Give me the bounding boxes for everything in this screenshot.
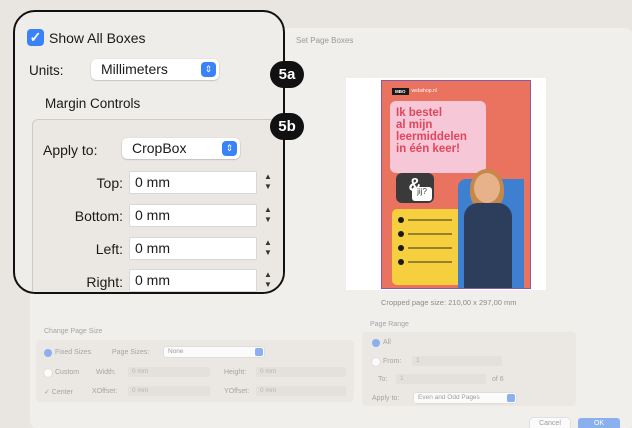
page-sizes-select[interactable]: None — [164, 347, 264, 357]
poster-brand-site: webshop.nl — [411, 88, 437, 94]
all-radio[interactable] — [372, 339, 380, 347]
poster-bullet — [398, 259, 404, 265]
to-label: To: — [378, 376, 388, 383]
chevron-updown-icon: ⇕ — [222, 141, 237, 156]
poster-bullet — [398, 245, 404, 251]
apply-to-pages-label: Apply to: — [372, 395, 400, 402]
custom-label: Custom — [55, 369, 80, 376]
fixed-sizes-label: Fixed Sizes — [55, 349, 92, 356]
bottom-stepper[interactable]: ▲ ▼ — [262, 205, 274, 227]
change-page-size-title: Change Page Size — [44, 328, 103, 335]
poster-brand-logo: MBO — [392, 87, 409, 95]
from-label: From: — [383, 358, 402, 365]
xoffset-field[interactable]: 0 mm — [128, 386, 210, 396]
units-value: Millimeters — [101, 61, 168, 77]
magnified-callout: ✓ Show All Boxes Units: Millimeters ⇕ Ma… — [13, 10, 285, 294]
poster-bullet — [398, 231, 404, 237]
top-label: Top: — [96, 175, 123, 191]
height-label: Height: — [224, 369, 247, 376]
poster-bullet-text — [408, 219, 452, 221]
poster-bullet — [398, 217, 404, 223]
chevron-updown-icon — [507, 394, 515, 402]
apply-to-value: CropBox — [132, 140, 187, 156]
dialog-title: Set Page Boxes — [296, 36, 354, 45]
step-badge-5b: 5b — [270, 113, 304, 140]
right-field[interactable]: 0 mm — [130, 270, 256, 291]
chevron-updown-icon — [255, 348, 263, 356]
yoffset-field[interactable]: 0 mm — [256, 386, 346, 396]
bottom-label: Bottom: — [74, 208, 123, 224]
poster-person-head — [474, 173, 500, 203]
custom-radio[interactable] — [44, 369, 52, 377]
apply-to-pages-select[interactable]: Even and Odd Pages — [414, 393, 516, 403]
cropped-page-size: Cropped page size: 210,00 x 297,00 mm — [381, 298, 517, 307]
poster-bullet-text — [408, 261, 452, 263]
poster-jij: jij? — [412, 187, 432, 201]
step-badge-5a: 5a — [270, 61, 304, 88]
height-field[interactable]: 0 mm — [256, 367, 346, 377]
page-sizes-label: Page Sizes: — [112, 349, 150, 356]
top-stepper[interactable]: ▲ ▼ — [262, 172, 274, 194]
all-label: All — [383, 339, 391, 346]
left-field[interactable]: 0 mm — [130, 238, 256, 259]
apply-to-select[interactable]: CropBox ⇕ — [122, 138, 240, 159]
apply-to-label: Apply to: — [43, 142, 98, 158]
left-label: Left: — [95, 241, 123, 257]
fixed-sizes-radio[interactable] — [44, 349, 52, 357]
poster-bullet-text — [408, 247, 452, 249]
poster-bullet-text — [408, 233, 452, 235]
chevron-updown-icon: ⇕ — [201, 62, 216, 77]
poster-person-body — [464, 203, 512, 288]
right-label: Right: — [86, 274, 123, 290]
center-checkbox[interactable]: ✓ Center — [44, 388, 73, 396]
from-radio[interactable] — [372, 358, 380, 366]
margin-controls-title: Margin Controls — [45, 96, 141, 111]
bottom-field[interactable]: 0 mm — [130, 205, 256, 226]
from-field[interactable]: 1 — [412, 356, 502, 366]
units-select[interactable]: Millimeters ⇕ — [91, 59, 219, 80]
show-all-boxes-checkbox[interactable]: ✓ — [27, 29, 44, 46]
units-label: Units: — [29, 63, 64, 78]
poster-headline: Ik bestel al mijn leermiddelen in één ke… — [396, 107, 467, 155]
show-all-boxes-label: Show All Boxes — [49, 30, 146, 46]
to-field[interactable]: 1 — [396, 374, 486, 384]
of-pages-label: of 6 — [492, 376, 504, 383]
width-field[interactable]: 0 mm — [128, 367, 210, 377]
yoffset-label: YOffset: — [224, 388, 250, 395]
page-sizes-value: None — [168, 348, 184, 355]
top-field[interactable]: 0 mm — [130, 172, 256, 193]
apply-to-pages-value: Even and Odd Pages — [418, 394, 480, 401]
xoffset-label: XOffset: — [92, 388, 118, 395]
ok-button[interactable]: OK — [578, 418, 620, 428]
page-range-title: Page Range — [370, 321, 409, 328]
width-label: Width: — [96, 369, 116, 376]
poster-brand: MBO webshop.nl — [392, 87, 437, 95]
cancel-button[interactable]: Cancel — [530, 418, 570, 428]
left-stepper[interactable]: ▲ ▼ — [262, 238, 274, 260]
right-stepper[interactable]: ▲ ▼ — [262, 270, 274, 292]
poster-thumbnail: MBO webshop.nl Ik bestel al mijn leermid… — [381, 80, 531, 289]
